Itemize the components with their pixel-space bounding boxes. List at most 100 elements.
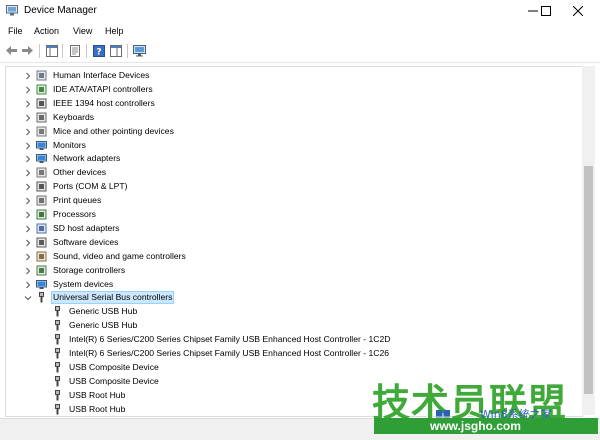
tree-item-label: Other devices — [53, 167, 107, 178]
usb-icon — [55, 348, 60, 359]
chevron-right-icon[interactable] — [24, 128, 32, 136]
tree-item-label: USB Composite Device — [69, 361, 159, 372]
tree-item-label: Intel(R) 6 Series/C200 Series Chipset Fa… — [69, 348, 390, 358]
tree-category[interactable]: System devices — [6, 278, 582, 292]
monitor-icon — [36, 140, 47, 150]
tree-item-label: USB Composite Device — [69, 375, 159, 386]
menu-help[interactable]: Help — [105, 26, 124, 36]
menu-file[interactable]: File — [8, 26, 23, 36]
scan-hardware-button[interactable] — [132, 43, 147, 58]
properties-button[interactable] — [67, 43, 82, 58]
tree-item-label: Software devices — [53, 236, 119, 247]
tree-item-label: Processors — [53, 209, 96, 219]
chevron-right-icon[interactable] — [24, 253, 32, 261]
tree-category[interactable]: Other devices — [6, 166, 582, 180]
usb-icon — [55, 389, 60, 401]
show-hide-pane-icon — [109, 44, 122, 57]
chevron-right-icon[interactable] — [24, 225, 32, 233]
sound-icon — [36, 251, 47, 262]
watermark: 技术员联盟 Win8系统之家 www.jsgho.com — [372, 372, 598, 436]
close-icon — [572, 6, 583, 16]
tree-item-label: USB Root Hub — [69, 389, 126, 400]
tree-category[interactable]: Mice and other pointing devices — [6, 125, 582, 139]
chevron-right-icon[interactable] — [24, 267, 32, 275]
port-icon — [36, 181, 47, 192]
tree-category[interactable]: Processors — [6, 208, 582, 222]
tree-item-label: Intel(R) 6 Series/C200 Series Chipset Fa… — [69, 334, 391, 345]
chevron-right-icon[interactable] — [24, 142, 32, 150]
chevron-right-icon[interactable] — [24, 197, 32, 205]
tree-device[interactable]: Intel(R) 6 Series/C200 Series Chipset Fa… — [6, 333, 582, 347]
tree-item-label: Mice and other pointing devices — [53, 125, 174, 136]
tree-category[interactable]: SD host adapters — [6, 222, 582, 236]
tree-item-label: IDE ATA/ATAPI controllers — [53, 83, 153, 94]
tree-item-label: Generic USB Hub — [69, 320, 138, 331]
tree-category[interactable]: Software devices — [6, 236, 582, 250]
vertical-scrollbar[interactable] — [582, 66, 595, 415]
tree-category[interactable]: Sound, video and game controllers — [6, 250, 582, 264]
scrollbar-thumb[interactable] — [584, 166, 593, 394]
tree-device[interactable]: Intel(R) 6 Series/C200 Series Chipset Fa… — [6, 347, 582, 361]
tree-category[interactable]: Keyboards — [6, 111, 582, 125]
tree-category[interactable]: Human Interface Devices — [6, 69, 582, 83]
ieee1394-icon — [36, 98, 47, 109]
maximize-icon — [540, 6, 551, 16]
tree-category[interactable]: IEEE 1394 host controllers — [6, 97, 582, 111]
close-button[interactable] — [555, 0, 600, 22]
forward-button[interactable] — [20, 43, 35, 58]
printer-icon — [36, 195, 47, 206]
tree-item-label: Ports (COM & LPT) — [53, 181, 128, 192]
svg-text:?: ? — [96, 47, 101, 57]
device-manager-icon — [6, 5, 18, 16]
tree-category[interactable]: IDE ATA/ATAPI controllers — [6, 83, 582, 97]
toolbar-separator — [86, 44, 87, 58]
menu-view[interactable]: View — [73, 26, 92, 36]
properties-list-icon — [45, 44, 58, 57]
software-device-icon — [36, 237, 47, 248]
tree-item-label: Print queues — [53, 195, 102, 206]
usb-icon — [55, 375, 60, 387]
tree-category[interactable]: Network adapters — [6, 152, 582, 166]
back-button[interactable] — [4, 43, 19, 58]
tree-item-label: IEEE 1394 host controllers — [53, 97, 155, 108]
chevron-right-icon[interactable] — [24, 239, 32, 247]
chevron-right-icon[interactable] — [24, 211, 32, 219]
tree-item-label: Storage controllers — [53, 264, 126, 275]
tree-category[interactable]: Storage controllers — [6, 264, 582, 278]
processor-icon — [36, 209, 47, 220]
mouse-icon — [36, 126, 47, 137]
computer-monitor-icon — [133, 44, 146, 56]
help-button[interactable]: ? — [91, 43, 106, 58]
chevron-right-icon[interactable] — [24, 183, 32, 191]
chevron-right-icon[interactable] — [24, 169, 32, 177]
chevron-right-icon[interactable] — [24, 86, 32, 94]
usb-icon — [55, 403, 60, 415]
show-hide-action-pane-button[interactable] — [108, 43, 123, 58]
usb-icon — [55, 361, 60, 373]
system-device-icon — [36, 279, 47, 289]
toolbar-separator — [62, 44, 63, 58]
tree-item-label: USB Root Hub — [69, 403, 126, 414]
tree-device[interactable]: Generic USB Hub — [6, 319, 582, 333]
tree-item-label: Keyboards — [53, 111, 95, 122]
ide-icon — [36, 84, 47, 95]
tree-category[interactable]: Ports (COM & LPT) — [6, 180, 582, 194]
tree-item-label: Universal Serial Bus controllers — [50, 291, 175, 305]
chevron-right-icon[interactable] — [24, 155, 32, 163]
tree-category[interactable]: Monitors — [6, 139, 582, 153]
watermark-url: www.jsgho.com — [374, 418, 598, 434]
chevron-right-icon[interactable] — [24, 72, 32, 80]
device-tree[interactable]: Human Interface Devices IDE ATA/ATAPI con… — [5, 66, 583, 417]
title-bar[interactable]: Device Manager — [0, 0, 600, 22]
show-hide-console-tree-button[interactable] — [44, 43, 59, 58]
tree-category[interactable]: Universal Serial Bus controllers — [6, 291, 582, 305]
forward-icon — [22, 46, 33, 55]
tree-device[interactable]: Generic USB Hub — [6, 305, 582, 319]
menu-action[interactable]: Action — [34, 26, 59, 36]
chevron-right-icon[interactable] — [24, 100, 32, 108]
chevron-right-icon[interactable] — [24, 281, 32, 289]
tree-category[interactable]: Print queues — [6, 194, 582, 208]
toolbar-separator — [127, 44, 128, 58]
chevron-down-icon[interactable] — [24, 294, 32, 302]
chevron-right-icon[interactable] — [24, 114, 32, 122]
